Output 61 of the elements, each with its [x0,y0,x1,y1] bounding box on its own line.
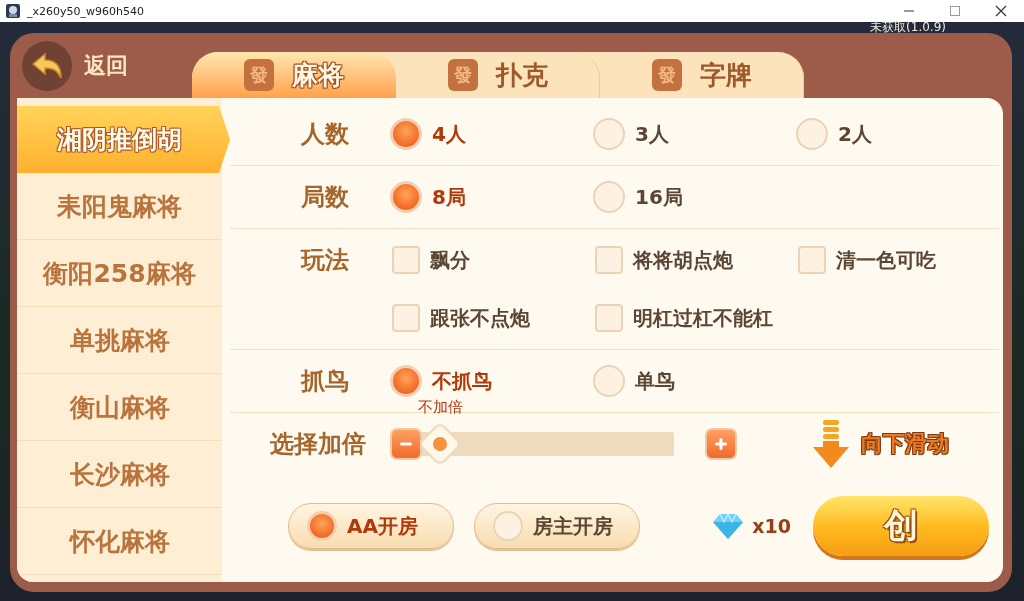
setting-label: 玩法 [299,245,350,276]
plus-button[interactable] [705,428,737,460]
option-label[interactable]: 跟张不点炮 [430,304,530,332]
option-label[interactable]: 将将胡点炮 [633,246,733,274]
sidebar-item[interactable]: 衡山麻将 [17,374,222,441]
tab-label: 扑克 [495,58,548,92]
option-label[interactable]: 飘分 [430,246,470,274]
option-label[interactable]: 3人 [635,120,669,148]
tile-badge: 發 [244,59,274,91]
tile-badge: 發 [447,59,478,91]
option-label[interactable]: 4人 [432,120,466,148]
payment-label: 房主开房 [533,512,613,540]
slider-value: 不加倍 [417,398,463,417]
sidebar-item[interactable]: 单挑麻将 [17,307,222,374]
diamond-icon [712,512,745,540]
radio-button[interactable] [593,118,625,150]
sidebar-item[interactable]: 衡阳258麻将 [17,240,222,307]
radio-button[interactable] [796,118,828,150]
checkbox[interactable] [595,246,623,274]
sidebar-item[interactable]: 耒阳鬼麻将 [17,173,222,240]
back-button[interactable] [22,40,72,91]
checkbox[interactable] [392,304,420,332]
option-label[interactable]: 2人 [838,120,872,148]
scroll-hint: 向下滑动 [861,430,949,458]
app-icon [5,3,21,19]
checkbox[interactable] [798,246,826,274]
payment-option[interactable]: AA开房 [288,503,454,549]
radio-button[interactable] [593,365,625,397]
radio-button[interactable] [493,511,523,541]
setting-label: 抓鸟 [299,366,350,397]
tab-label: 字牌 [699,58,752,92]
plus-icon [713,436,729,452]
option-label[interactable]: 单鸟 [635,367,675,395]
tab-label: 麻将 [292,58,344,92]
payment-option[interactable]: 房主开房 [474,503,640,549]
tile-badge: 發 [651,59,682,91]
checkbox[interactable] [392,246,420,274]
sidebar-item[interactable]: 长沙麻将 [17,441,222,508]
option-label[interactable]: 8局 [432,183,466,211]
setting-label: 人数 [300,119,350,150]
back-arrow-icon [31,51,63,80]
version-label: 未获取(1.0.9) [870,19,946,36]
option-label[interactable]: 不抓鸟 [432,367,492,395]
down-arrow-icon [811,419,851,469]
radio-button[interactable] [390,118,422,150]
radio-button[interactable] [390,365,422,397]
setting-label: 局数 [300,182,350,213]
back-label[interactable]: 返回 [84,50,128,81]
option-label[interactable]: 明杠过杠不能杠 [633,304,773,332]
radio-button[interactable] [307,511,337,541]
checkbox[interactable] [595,304,623,332]
radio-button[interactable] [593,181,625,213]
sidebar-item[interactable]: 怀化麻将 [17,508,222,575]
option-label[interactable]: 16局 [635,183,683,211]
setting-label: 选择加倍 [268,429,367,460]
radio-button[interactable] [390,181,422,213]
cost-label: x10 [752,515,791,537]
window-title: _x260y50_w960h540 [27,4,144,18]
option-label[interactable]: 清一色可吃 [836,246,936,274]
minus-button[interactable] [390,428,422,460]
payment-label: AA开房 [347,512,418,540]
